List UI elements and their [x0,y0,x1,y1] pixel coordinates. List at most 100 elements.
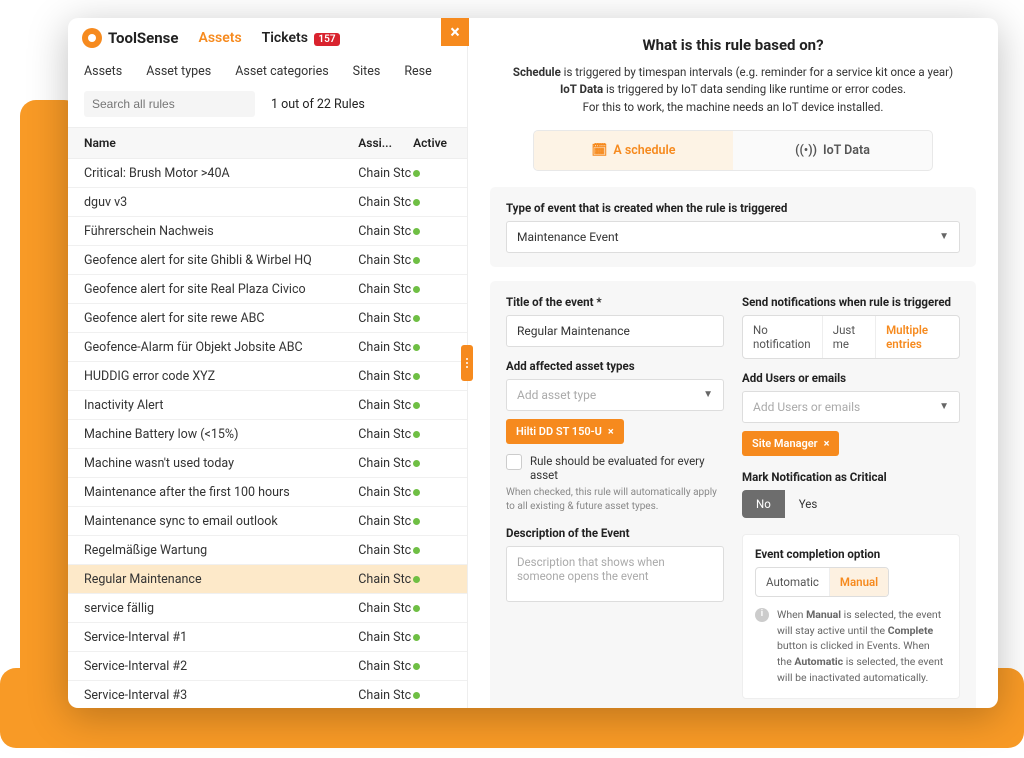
table-row[interactable]: Maintenance after the first 100 hoursCha… [68,478,467,507]
status-dot-icon [413,344,420,351]
brand-name: ToolSense [108,29,178,47]
rule-assignee: Chain Stc [358,253,413,268]
evaluate-every-hint: When checked, this rule will automatical… [506,486,724,514]
nav-tickets-label: Tickets [262,30,308,46]
rule-assignee: Chain Stc [358,601,413,616]
table-body: Critical: Brush Motor >40AChain Stcdguv … [68,159,467,708]
trigger-type-tabs: 🗓 A schedule ((•)) IoT Data [533,130,933,171]
tab-rese[interactable]: Rese [404,64,431,79]
status-dot-icon [413,431,420,438]
event-type-select[interactable]: Maintenance Event ▼ [506,221,960,253]
asset-types-label: Add affected asset types [506,359,724,373]
status-dot-icon [413,634,420,641]
event-title-input[interactable]: Regular Maintenance [506,315,724,347]
table-row[interactable]: dguv v3Chain Stc [68,188,467,217]
tab-assets[interactable]: Assets [84,64,122,79]
rule-active-status [413,456,451,471]
tab-asset-categories[interactable]: Asset categories [235,64,328,79]
rule-name: HUDDIG error code XYZ [84,369,358,384]
col-active[interactable]: Active [413,136,451,150]
rules-list-panel: × ToolSense Assets Tickets 157 Assets As… [68,18,468,708]
notif-multiple[interactable]: Multiple entries [876,316,959,358]
rule-active-status [413,543,451,558]
description-textarea[interactable]: Description that shows when someone open… [506,546,724,602]
rule-active-status [413,630,451,645]
rule-active-status [413,282,451,297]
details-section: Title of the event * Regular Maintenance… [490,281,976,708]
status-dot-icon [413,315,420,322]
status-dot-icon [413,489,420,496]
tab-sites[interactable]: Sites [353,64,381,79]
critical-yes[interactable]: Yes [785,490,832,518]
add-users-select[interactable]: Add Users or emails ▼ [742,391,960,423]
rule-name: Maintenance sync to email outlook [84,514,358,529]
critical-no[interactable]: No [742,490,785,518]
panel-sub3: For this to work, the machine needs an I… [490,99,976,116]
table-row[interactable]: Geofence-Alarm für Objekt Jobsite ABCCha… [68,333,467,362]
rule-assignee: Chain Stc [358,224,413,239]
status-dot-icon [413,199,420,206]
table-row[interactable]: Geofence alert for site rewe ABCChain St… [68,304,467,333]
rule-name: Machine wasn't used today [84,456,358,471]
tab-schedule[interactable]: 🗓 A schedule [534,131,733,170]
table-row[interactable]: HUDDIG error code XYZChain Stc [68,362,467,391]
close-icon[interactable]: × [608,425,614,438]
rule-name: Geofence alert for site rewe ABC [84,311,358,326]
search-input[interactable] [84,91,255,117]
table-row[interactable]: Critical: Brush Motor >40AChain Stc [68,159,467,188]
nav-assets[interactable]: Assets [198,30,241,46]
completion-segmented: Automatic Manual [755,567,889,597]
completion-automatic[interactable]: Automatic [756,568,830,596]
nav-tickets[interactable]: Tickets 157 [262,30,340,46]
close-button[interactable]: × [441,18,469,46]
table-row[interactable]: Service-Interval #1Chain Stc [68,623,467,652]
add-users-label: Add Users or emails [742,371,960,385]
table-row[interactable]: Machine wasn't used todayChain Stc [68,449,467,478]
splitter-handle[interactable] [461,345,473,381]
completion-manual[interactable]: Manual [830,568,888,596]
tab-iot-label: IoT Data [823,143,870,158]
user-chip[interactable]: Site Manager × [742,431,839,456]
table-row[interactable]: Regelmäßige WartungChain Stc [68,536,467,565]
rule-assignee: Chain Stc [358,340,413,355]
rule-assignee: Chain Stc [358,572,413,587]
completion-label: Event completion option [755,547,947,561]
rule-assignee: Chain Stc [358,688,413,703]
table-row[interactable]: Führerschein NachweisChain Stc [68,217,467,246]
asset-type-select[interactable]: Add asset type ▼ [506,379,724,411]
evaluate-every-checkbox[interactable] [506,454,522,470]
table-row[interactable]: Geofence alert for site Ghibli & Wirbel … [68,246,467,275]
tab-schedule-label: A schedule [613,143,675,158]
tab-iot[interactable]: ((•)) IoT Data [733,131,932,170]
table-row[interactable]: Maintenance sync to email outlookChain S… [68,507,467,536]
rule-active-status [413,572,451,587]
rule-active-status [413,195,451,210]
col-name[interactable]: Name [84,136,358,150]
rule-assignee: Chain Stc [358,282,413,297]
status-dot-icon [413,663,420,670]
table-row[interactable]: Geofence alert for site Real Plaza Civic… [68,275,467,304]
rule-active-status [413,659,451,674]
col-assi[interactable]: Assi... [358,136,413,150]
rule-name: Maintenance after the first 100 hours [84,485,358,500]
event-type-section: Type of event that is created when the r… [490,187,976,267]
rule-active-status [413,485,451,500]
table-row[interactable]: Service-Interval #2Chain Stc [68,652,467,681]
rule-name: Machine Battery low (<15%) [84,427,358,442]
rule-name: Service-Interval #1 [84,630,358,645]
asset-type-chip[interactable]: Hilti DD ST 150-U × [506,419,624,444]
notif-none[interactable]: No notification [743,316,823,358]
table-header: Name Assi... Active [68,127,467,159]
chevron-down-icon: ▼ [703,389,713,400]
rule-count: 1 out of 22 Rules [271,97,365,112]
notif-just-me[interactable]: Just me [823,316,876,358]
rule-editor-panel: What is this rule based on? Schedule is … [468,18,998,708]
table-row[interactable]: Regular MaintenanceChain Stc [68,565,467,594]
table-row[interactable]: service fälligChain Stc [68,594,467,623]
tab-asset-types[interactable]: Asset types [146,64,211,79]
table-row[interactable]: Service-Interval #3Chain Stc [68,681,467,708]
table-row[interactable]: Inactivity AlertChain Stc [68,391,467,420]
rule-assignee: Chain Stc [358,311,413,326]
table-row[interactable]: Machine Battery low (<15%)Chain Stc [68,420,467,449]
close-icon[interactable]: × [824,437,830,450]
